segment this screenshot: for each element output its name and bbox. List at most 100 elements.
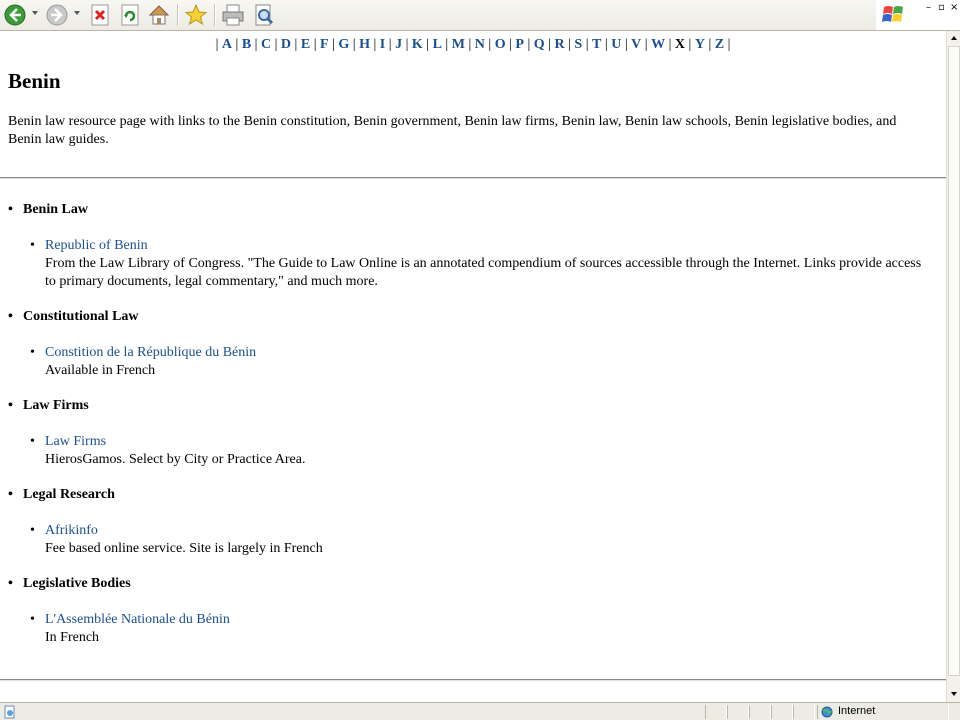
status-bar: Internet [0, 702, 960, 720]
forward-dropdown-icon[interactable] [74, 11, 80, 15]
alpha-separator: | [564, 37, 575, 52]
alpha-separator: | [621, 37, 632, 52]
alpha-separator: | [271, 37, 281, 52]
alpha-letter-l[interactable]: L [433, 37, 442, 52]
back-dropdown-icon[interactable] [32, 11, 38, 15]
windows-logo-icon [882, 6, 903, 22]
alpha-letter-a[interactable]: A [222, 37, 232, 52]
forward-arrow-icon [46, 4, 68, 26]
print-preview-icon [255, 4, 274, 26]
alpha-separator: | [349, 37, 360, 52]
alpha-separator: | [484, 37, 495, 52]
alpha-letter-q[interactable]: Q [534, 37, 545, 52]
item-description: In French [45, 630, 100, 645]
alpha-separator: | [464, 37, 475, 52]
star-icon [184, 3, 208, 26]
section-heading: Law Firms [8, 398, 89, 414]
refresh-button[interactable] [118, 3, 142, 27]
alpha-separator: | [369, 37, 380, 52]
print-button[interactable] [221, 3, 245, 27]
stop-button[interactable] [88, 3, 112, 27]
scroll-thumb[interactable] [948, 46, 960, 676]
item-description: From the Law Library of Congress. "The G… [45, 256, 922, 289]
scroll-up-icon[interactable] [947, 31, 960, 45]
list-item: Afrikinfo Fee based online service. Site… [30, 522, 930, 558]
alpha-letter-c[interactable]: C [261, 37, 271, 52]
forward-button[interactable] [45, 3, 69, 27]
alphabet-nav: | A | B | C | D | E | F | G | H | I | J … [0, 37, 946, 53]
alpha-separator: | [505, 37, 516, 52]
status-cell [749, 705, 771, 719]
printer-icon [222, 4, 244, 26]
alpha-separator: | [665, 37, 675, 52]
item-description: Available in French [45, 363, 156, 378]
alpha-letter-r[interactable]: R [554, 37, 564, 52]
alpha-letter-p[interactable]: P [515, 37, 524, 52]
alpha-letter-m[interactable]: M [452, 37, 465, 52]
alpha-separator: | [402, 37, 412, 52]
alpha-letter-w[interactable]: W [651, 37, 665, 52]
close-icon[interactable]: × [950, 2, 958, 13]
alpha-separator: | [232, 37, 242, 52]
favorites-button[interactable] [184, 3, 208, 27]
section-heading: Constitutional Law [8, 309, 139, 325]
item-description: HierosGamos. Select by City or Practice … [45, 452, 306, 467]
alpha-letter-v[interactable]: V [631, 37, 641, 52]
home-button[interactable] [147, 3, 171, 27]
scroll-down-icon[interactable] [947, 687, 960, 701]
restore-icon[interactable]: ▫ [938, 2, 945, 13]
list-item: Law Firms HierosGamos. Select by City or… [30, 433, 930, 469]
vertical-scrollbar[interactable] [946, 31, 960, 702]
alpha-separator: | [544, 37, 555, 52]
page-icon [4, 705, 15, 719]
alpha-letter-u[interactable]: U [611, 37, 621, 52]
constitution-link[interactable]: Constition de la République du Bénin [45, 345, 256, 360]
alpha-separator: | [291, 37, 301, 52]
alpha-separator: | [724, 37, 731, 52]
section-heading: Benin Law [8, 202, 88, 218]
browser-toolbar: – ▫ × [0, 0, 960, 31]
alpha-separator: | [310, 37, 321, 52]
alpha-separator: | [685, 37, 695, 52]
alpha-letter-j[interactable]: J [395, 37, 402, 52]
alpha-separator: | [601, 37, 612, 52]
alpha-separator: | [251, 37, 261, 52]
zone-label: Internet [838, 705, 876, 717]
alpha-letter-t[interactable]: T [592, 37, 601, 52]
alpha-letter-z[interactable]: Z [715, 37, 724, 52]
print-preview-button[interactable] [252, 3, 276, 27]
alpha-letter-x: X [674, 37, 685, 52]
alpha-letter-d[interactable]: D [281, 37, 291, 52]
afrikinfo-link[interactable]: Afrikinfo [45, 523, 98, 538]
alpha-letter-f[interactable]: F [320, 37, 329, 52]
alpha-separator: | [385, 37, 396, 52]
alpha-letter-e[interactable]: E [301, 37, 310, 52]
back-arrow-icon [4, 4, 26, 26]
divider [0, 679, 946, 681]
law-firms-link[interactable]: Law Firms [45, 434, 106, 449]
stop-icon [91, 4, 109, 26]
alpha-letter-b[interactable]: B [242, 37, 251, 52]
alpha-separator: | [328, 37, 339, 52]
status-cell [771, 705, 793, 719]
back-button[interactable] [3, 3, 27, 27]
alpha-letter-y[interactable]: Y [695, 37, 705, 52]
assemblee-nationale-link[interactable]: L'Assemblée Nationale du Bénin [45, 612, 230, 627]
alpha-letter-n[interactable]: N [475, 37, 485, 52]
alpha-separator: | [441, 37, 452, 52]
republic-of-benin-link[interactable]: Republic of Benin [45, 238, 148, 253]
alpha-separator: | [704, 37, 715, 52]
toolbar-separator [177, 4, 179, 26]
item-description: Fee based online service. Site is largel… [45, 541, 323, 556]
section-heading: Legal Research [8, 487, 115, 503]
alpha-letter-o[interactable]: O [495, 37, 506, 52]
alpha-letter-k[interactable]: K [412, 37, 423, 52]
alpha-letter-h[interactable]: H [359, 37, 370, 52]
status-cell [705, 705, 727, 719]
alpha-letter-g[interactable]: G [338, 37, 349, 52]
section-heading: Legislative Bodies [8, 576, 131, 592]
refresh-icon [121, 4, 139, 26]
status-cell [793, 705, 815, 719]
page-content: | A | B | C | D | E | F | G | H | I | J … [0, 31, 946, 702]
minimize-icon[interactable]: – [926, 2, 931, 13]
